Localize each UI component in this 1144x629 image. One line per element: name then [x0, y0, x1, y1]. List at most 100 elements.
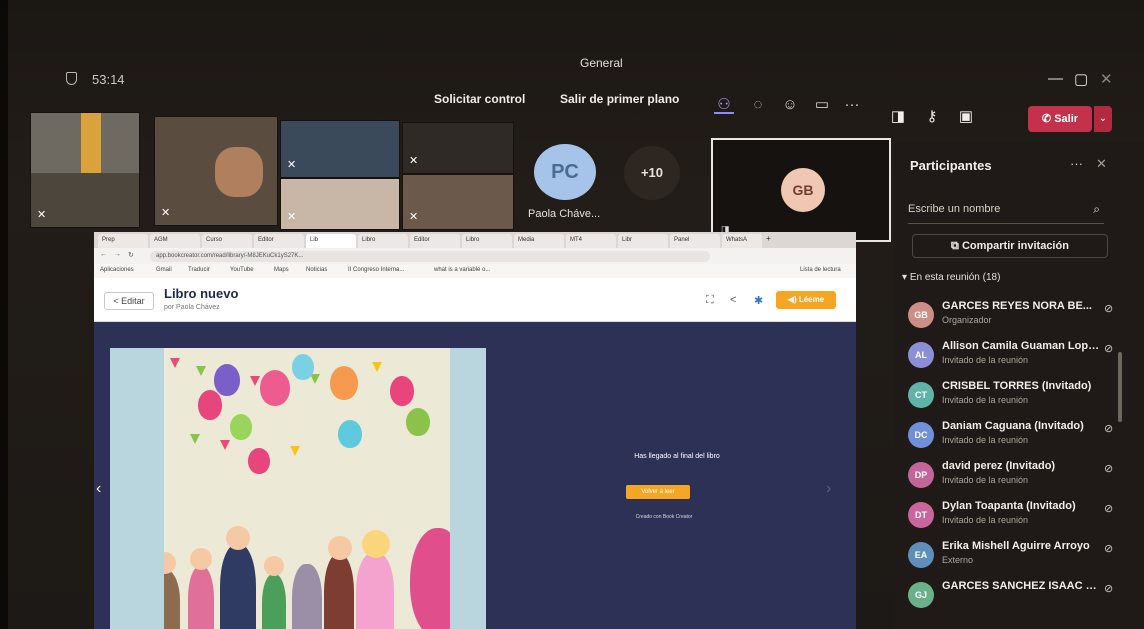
participant-row[interactable]: CT CRISBEL TORRES (Invitado) Invitado de…: [908, 378, 1122, 418]
pc-avatar[interactable]: PC: [534, 144, 596, 200]
browser-tab[interactable]: WhatsA: [722, 234, 762, 248]
rooms-icon[interactable]: ▭: [812, 96, 832, 114]
url-field[interactable]: app.bookcreator.com/read/library/-M8JEKu…: [150, 251, 710, 262]
bookmark-item[interactable]: Noticias: [306, 267, 327, 273]
gb-avatar: GB: [781, 168, 825, 212]
participant-name: CRISBEL TORRES (Invitado): [942, 380, 1092, 392]
panel-more-icon[interactable]: ···: [1070, 156, 1083, 171]
page-border-right: [450, 348, 486, 629]
read-again-button[interactable]: Volver a leer: [626, 485, 690, 499]
share-invite-button[interactable]: ⧉ Compartir invitación: [912, 234, 1108, 258]
browser-tab[interactable]: Libro: [462, 234, 512, 248]
shared-screen: Prep AGM Curso Editor Lib Libro Editor L…: [94, 232, 856, 629]
leave-label: Salir: [1054, 113, 1079, 125]
meeting-title: General: [580, 56, 623, 70]
created-with-label[interactable]: Creado con Book Creator: [614, 514, 714, 520]
participant-name: GARCES REYES NORA BE...: [942, 300, 1092, 312]
bookmark-item[interactable]: Aplicaciones: [100, 267, 134, 273]
gb-video-tile[interactable]: GB ◨: [711, 138, 891, 242]
reactions-icon[interactable]: ☺: [780, 96, 800, 114]
mic-off-icon: ⊘: [1104, 423, 1114, 435]
avatar: GJ: [908, 582, 934, 608]
participant-role: Externo: [942, 555, 974, 565]
mic-off-icon: ⊘: [1104, 463, 1114, 475]
reload-icon[interactable]: ↻: [128, 251, 134, 259]
search-icon[interactable]: ⌕: [1093, 202, 1100, 217]
minimize-icon[interactable]: —: [1048, 70, 1063, 87]
read-to-me-button[interactable]: ◀) Léeme: [776, 291, 836, 309]
bookmark-item[interactable]: YouTube: [230, 267, 254, 273]
video-tile: ✕: [280, 120, 400, 178]
book-title: Libro nuevo: [164, 286, 239, 301]
fullscreen-icon[interactable]: ⛶: [706, 294, 714, 307]
participant-row[interactable]: GB GARCES REYES NORA BE... Organizador ⊘: [908, 298, 1122, 338]
bookmark-item[interactable]: II Congreso Interna...: [348, 267, 404, 273]
browser-tab[interactable]: Panel: [670, 234, 720, 248]
exit-foreground-button[interactable]: Salir de primer plano: [560, 92, 679, 106]
new-tab-icon[interactable]: +: [766, 234, 771, 243]
participant-role: Invitado de la reunión: [942, 435, 1029, 445]
share-icon[interactable]: <: [730, 294, 736, 306]
forward-icon[interactable]: →: [114, 251, 121, 258]
camera-off-icon[interactable]: ◨: [888, 108, 908, 126]
chat-icon[interactable]: ◌: [748, 96, 768, 114]
bookmark-item[interactable]: Gmail: [156, 267, 172, 273]
browser-tab-strip: Prep AGM Curso Editor Lib Libro Editor L…: [94, 232, 856, 248]
participants-panel: Participantes ··· ✕ ⌕ ⧉ Compartir invita…: [894, 142, 1144, 629]
read-to-me-label: Léeme: [798, 295, 825, 304]
browser-tab[interactable]: Media: [514, 234, 564, 248]
browser-tab[interactable]: Prep: [98, 234, 148, 248]
participant-row[interactable]: DC Daniam Caguana (Invitado) Invitado de…: [908, 418, 1122, 458]
browser-tab-active[interactable]: Lib: [306, 234, 356, 248]
more-icon[interactable]: ···: [842, 96, 862, 114]
reading-list[interactable]: Lista de lectura: [800, 267, 841, 273]
next-page-arrow[interactable]: ›: [826, 480, 831, 498]
video-tile: ✕: [30, 112, 140, 228]
back-to-editor-button[interactable]: < Editar: [104, 292, 154, 310]
maximize-icon[interactable]: ▢: [1074, 70, 1088, 88]
mic-off-icon[interactable]: ⚷: [922, 108, 942, 126]
browser-tab[interactable]: AGM: [150, 234, 200, 248]
panel-title: Participantes: [910, 158, 992, 173]
browser-tab[interactable]: Libro: [358, 234, 408, 248]
search-input[interactable]: [908, 196, 1078, 222]
browser-tab[interactable]: Curso: [202, 234, 252, 248]
participant-name: david perez (Invitado): [942, 460, 1056, 472]
mic-off-icon: ✕: [287, 159, 297, 171]
chevron-down-icon[interactable]: ⌄: [1094, 106, 1112, 132]
teams-window: 53:14 General — ▢ ✕ Solicitar control Sa…: [8, 0, 1144, 629]
in-meeting-section[interactable]: ▾ En esta reunión (18): [902, 272, 1000, 283]
browser-tab[interactable]: MT4: [566, 234, 616, 248]
people-icon[interactable]: ⚇: [714, 96, 734, 114]
share-icon: ⧉: [951, 240, 962, 252]
request-control-button[interactable]: Solicitar control: [434, 92, 525, 106]
back-icon[interactable]: ←: [100, 251, 107, 258]
panel-scrollbar[interactable]: [1118, 352, 1122, 422]
section-label: En esta reunión (18): [909, 272, 1001, 283]
bookmark-item[interactable]: Maps: [274, 267, 289, 273]
browser-tab[interactable]: Editor: [254, 234, 304, 248]
mic-off-icon: ⊘: [1104, 543, 1114, 555]
bookmark-item[interactable]: Traducir: [188, 267, 210, 273]
share-screen-icon[interactable]: ▣: [956, 108, 976, 126]
previous-page-arrow[interactable]: ‹: [96, 480, 101, 498]
leave-button[interactable]: ✆ Salir: [1028, 106, 1092, 132]
participant-row[interactable]: DT Dylan Toapanta (Invitado) Invitado de…: [908, 498, 1122, 538]
participant-row[interactable]: DP david perez (Invitado) Invitado de la…: [908, 458, 1122, 498]
browser-tab[interactable]: Editor: [410, 234, 460, 248]
browser-tab[interactable]: Libr: [618, 234, 668, 248]
share-invite-label: Compartir invitación: [961, 240, 1069, 252]
search-box: ⌕: [908, 196, 1104, 224]
participant-row[interactable]: GJ GARCES SANCHEZ ISAAC JAH... ⊘: [908, 578, 1122, 618]
bookmark-item[interactable]: what is a variable o...: [434, 267, 490, 273]
gear-icon[interactable]: ✱: [754, 294, 763, 307]
participant-name: Erika Mishell Aguirre Arroyo: [942, 540, 1090, 552]
participant-row[interactable]: AL Allison Camila Guaman Lopez... Invita…: [908, 338, 1122, 378]
close-icon[interactable]: ✕: [1096, 156, 1107, 172]
close-icon[interactable]: ✕: [1100, 70, 1113, 88]
mic-off-icon: ⊘: [1104, 583, 1114, 595]
participant-role: Invitado de la reunión: [942, 395, 1029, 405]
avatar: DT: [908, 502, 934, 528]
participant-row[interactable]: EA Erika Mishell Aguirre Arroyo Externo …: [908, 538, 1122, 578]
more-participants-count[interactable]: +10: [624, 146, 680, 200]
